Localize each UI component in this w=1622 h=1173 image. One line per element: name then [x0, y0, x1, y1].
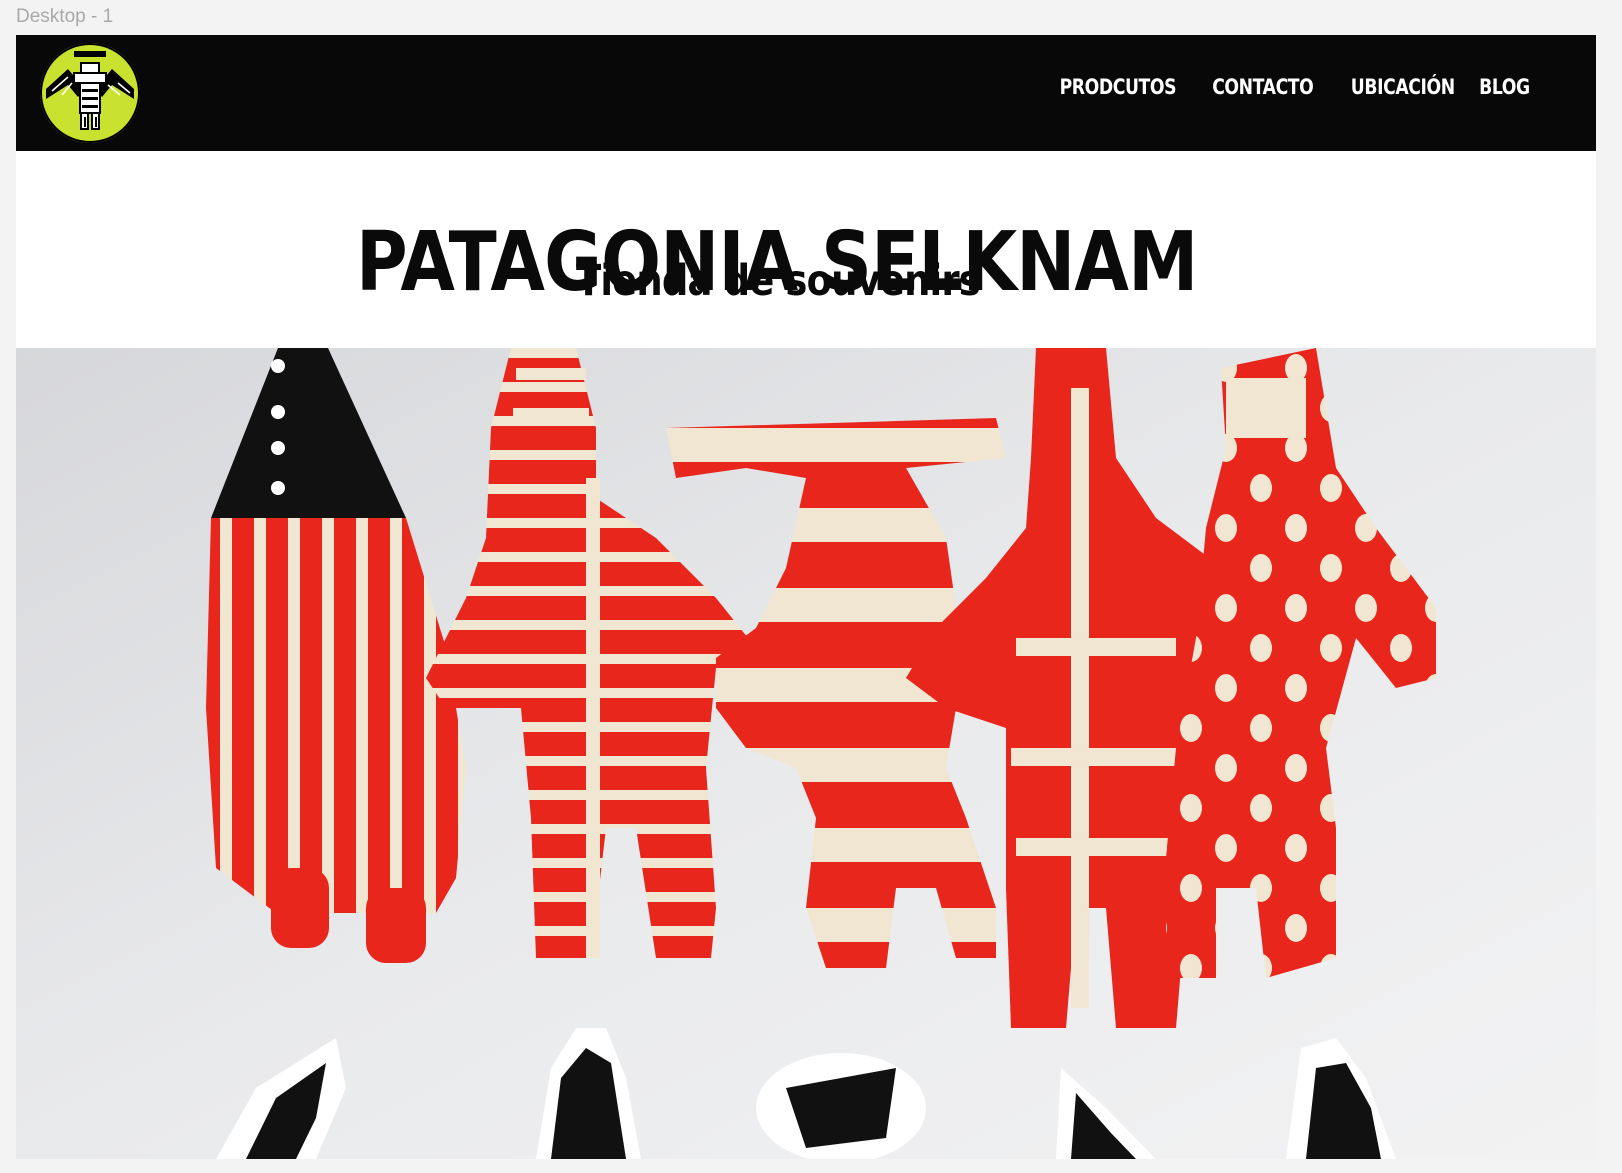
- nav-link-contacto[interactable]: CONTACTO: [1212, 75, 1314, 99]
- nav-link-productos[interactable]: PRODCUTOS: [1060, 75, 1177, 99]
- hero-doll-photo: [16, 348, 1596, 1159]
- desktop-frame: PRODCUTOS CONTACTO UBICACIÓN BLOG PATAGO…: [16, 35, 1596, 1159]
- selknam-logo-icon[interactable]: [38, 41, 142, 145]
- page-subtitle: Tienda de souvenirs: [576, 256, 981, 306]
- nav-link-blog[interactable]: BLOG: [1479, 75, 1530, 99]
- main-nav: PRODCUTOS CONTACTO UBICACIÓN BLOG: [1034, 75, 1531, 99]
- frame-label: Desktop - 1: [16, 6, 114, 27]
- nav-link-ubicacion[interactable]: UBICACIÓN: [1350, 75, 1454, 99]
- navbar: PRODCUTOS CONTACTO UBICACIÓN BLOG: [16, 35, 1596, 151]
